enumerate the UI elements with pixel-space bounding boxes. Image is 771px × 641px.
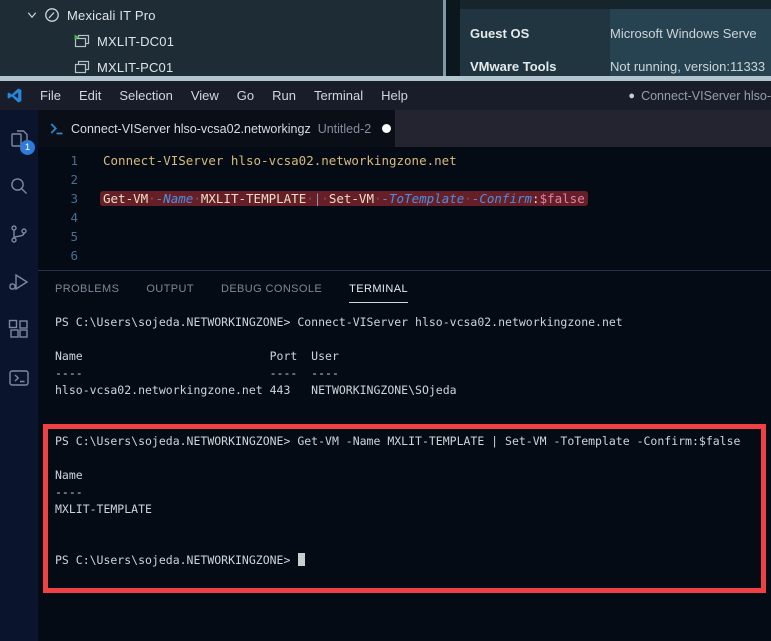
window-dirty-dot: ● — [628, 90, 635, 102]
extensions-icon[interactable] — [0, 306, 38, 354]
activity-bar: 1 — [0, 110, 38, 641]
vsphere-inventory-tree: Mexicali IT Pro MXLIT-DC01 MXLIT-PC01 — [0, 0, 443, 76]
terminal-cursor — [298, 553, 305, 566]
terminal-line: ---- — [55, 484, 740, 501]
terminal-line: PS C:\Users\sojeda.NETWORKINGZONE> Conne… — [55, 314, 740, 331]
terminal-line — [55, 399, 740, 416]
vm-label: MXLIT-DC01 — [97, 34, 174, 49]
menu-view[interactable]: View — [182, 88, 228, 103]
menu-selection[interactable]: Selection — [110, 88, 181, 103]
panel-tab-debug-console[interactable]: DEBUG CONSOLE — [221, 277, 322, 303]
tab-connect-viserver[interactable]: Connect-VIServer hlso-vcsa02.networkingz… — [38, 110, 395, 147]
terminal-line: ---- ---- ---- — [55, 365, 740, 382]
terminal-line — [55, 416, 740, 433]
line-number: 2 — [38, 170, 78, 189]
terminal-line: Name — [55, 467, 740, 484]
window-title-text: Connect-VIServer hlso- — [641, 89, 771, 103]
line-number: 6 — [38, 246, 78, 265]
tree-node-vm[interactable]: MXLIT-PC01 — [74, 56, 173, 78]
vm-summary-panel: Guest OSMicrosoft Windows ServeVMware To… — [460, 0, 771, 76]
panel-tab-output[interactable]: OUTPUT — [146, 277, 194, 303]
terminal-line: hlso-vcsa02.networkingzone.net 443 NETWO… — [55, 382, 740, 399]
editor-line[interactable]: 2 — [38, 170, 771, 189]
editor-line[interactable]: 5 — [38, 227, 771, 246]
panel-tab-terminal[interactable]: TERMINAL — [349, 277, 408, 303]
summary-value: Microsoft Windows Serve — [610, 26, 757, 46]
summary-value: Not running, version:11333 — [610, 59, 765, 76]
vm-icon — [74, 34, 90, 48]
terminal-line — [55, 450, 740, 467]
host-icon — [44, 7, 60, 23]
summary-label: Guest OS — [470, 26, 610, 46]
summary-label: VMware Tools — [470, 59, 610, 76]
selection-highlight: Get-VM·-Name·MXLIT-TEMPLATE·|·Set-VM·-To… — [100, 191, 588, 206]
vsphere-panel-gap — [446, 0, 460, 76]
chevron-down-icon[interactable] — [26, 9, 38, 21]
run-debug-icon[interactable] — [0, 258, 38, 306]
tab-title: Connect-VIServer hlso-vcsa02.networkingz — [71, 122, 311, 136]
tree-node-vm[interactable]: MXLIT-DC01 — [74, 30, 174, 52]
editor-tab-strip: Connect-VIServer hlso-vcsa02.networkingz… — [38, 110, 771, 147]
terminal-line: MXLIT-TEMPLATE — [55, 501, 740, 518]
powershell-file-icon — [49, 122, 64, 135]
unsaved-dot-icon[interactable] — [382, 124, 391, 133]
code-text: Connect-VIServer hlso-vcsa02.networkingz… — [103, 151, 457, 170]
screen: Mexicali IT Pro MXLIT-DC01 MXLIT-PC01 Gue… — [0, 0, 771, 641]
menu-terminal[interactable]: Terminal — [305, 88, 372, 103]
editor-line[interactable]: 6 — [38, 246, 771, 265]
tab-secondary-label: Untitled-2 — [318, 122, 372, 136]
editor-line[interactable]: 4 — [38, 208, 771, 227]
terminal-line — [55, 518, 740, 535]
terminal-line — [55, 331, 740, 348]
powershell-icon[interactable] — [0, 354, 38, 402]
menu-file[interactable]: File — [31, 88, 70, 103]
vscode-menubar: FileEditSelectionViewGoRunTerminalHelp ●… — [0, 81, 771, 110]
line-number: 5 — [38, 227, 78, 246]
source-control-icon[interactable] — [0, 210, 38, 258]
search-icon[interactable] — [0, 162, 38, 210]
menu-edit[interactable]: Edit — [70, 88, 110, 103]
menu-go[interactable]: Go — [228, 88, 263, 103]
terminal-line — [55, 535, 740, 552]
terminal-line: Name Port User — [55, 348, 740, 365]
code-text: Get-VM·-Name·MXLIT-TEMPLATE·|·Set-VM·-To… — [103, 189, 588, 208]
explorer-badge: 1 — [20, 140, 35, 155]
terminal-output[interactable]: PS C:\Users\sojeda.NETWORKINGZONE> Conne… — [55, 314, 740, 569]
tree-node-root[interactable]: Mexicali IT Pro — [26, 4, 156, 26]
vm-icon — [74, 60, 90, 74]
tree-root-label: Mexicali IT Pro — [67, 8, 156, 23]
line-number: 1 — [38, 151, 78, 170]
vsphere-panel: Mexicali IT Pro MXLIT-DC01 MXLIT-PC01 Gue… — [0, 0, 771, 76]
menu-help[interactable]: Help — [372, 88, 417, 103]
explorer-icon[interactable]: 1 — [0, 114, 38, 162]
line-number: 3 — [38, 189, 78, 208]
editor-line[interactable]: 1 Connect-VIServer hlso-vcsa02.networking… — [38, 151, 771, 170]
editor-line[interactable]: 3 Get-VM·-Name·MXLIT-TEMPLATE·|·Set-VM·-T… — [38, 189, 771, 208]
editor-panel-divider — [38, 270, 771, 271]
code-editor[interactable]: 1 Connect-VIServer hlso-vcsa02.networking… — [38, 147, 771, 270]
panel-tab-problems[interactable]: PROBLEMS — [55, 277, 119, 303]
vscode-logo-icon — [6, 87, 23, 104]
terminal-line: PS C:\Users\sojeda.NETWORKINGZONE> — [55, 552, 740, 569]
panel-tab-bar: PROBLEMS OUTPUT DEBUG CONSOLE TERMINAL — [55, 277, 408, 303]
window-title: ● Connect-VIServer hlso- — [628, 81, 771, 110]
summary-row: VMware ToolsNot running, version:11333 — [470, 59, 771, 76]
line-number: 4 — [38, 208, 78, 227]
vm-label: MXLIT-PC01 — [97, 60, 173, 75]
summary-top-band — [460, 0, 771, 9]
terminal-line: PS C:\Users\sojeda.NETWORKINGZONE> Get-V… — [55, 433, 740, 450]
menu-run[interactable]: Run — [263, 88, 305, 103]
summary-row: Guest OSMicrosoft Windows Serve — [470, 26, 771, 46]
